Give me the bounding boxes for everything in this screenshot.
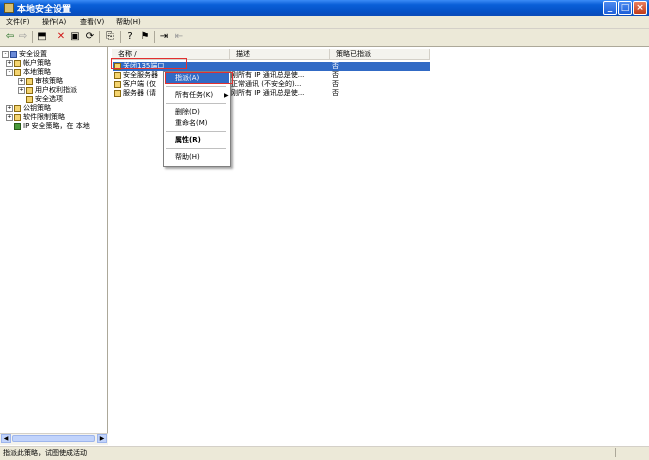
menu-divider	[166, 103, 226, 104]
unassign-icon[interactable]: ⇤	[173, 31, 185, 43]
title-bar[interactable]	[0, 0, 649, 16]
delete-x-icon[interactable]: ✕	[55, 31, 67, 43]
collapse-icon[interactable]: -	[2, 50, 9, 58]
status-text: 指派此策略，试图使成活动	[3, 449, 87, 457]
menu-item-all-tasks[interactable]: 所有任务(K)	[165, 90, 229, 101]
tree-item-user-rights[interactable]: + 用户权利指派	[18, 86, 77, 95]
tree-item-local-policies[interactable]: - 本地策略	[6, 68, 51, 77]
scroll-right-icon[interactable]: ▶	[97, 434, 107, 443]
tree-scroll-thumb[interactable]	[12, 435, 95, 442]
highlight-box	[165, 72, 233, 84]
tree-item-security-settings[interactable]: - 安全设置	[2, 50, 47, 59]
tree-item-audit-policy[interactable]: + 审核策略	[18, 77, 63, 86]
submenu-arrow-icon: ▶	[224, 92, 229, 99]
toolbar-separator	[99, 31, 100, 43]
menu-action[interactable]: 操作(A)	[42, 17, 66, 27]
menu-divider	[166, 148, 226, 149]
window-title: 本地安全设置	[17, 5, 72, 15]
folder-icon	[14, 59, 21, 67]
status-divider	[615, 448, 616, 457]
toolbar-separator	[32, 31, 33, 43]
menu-item-rename[interactable]: 重命名(M)	[165, 118, 229, 129]
menu-item-properties[interactable]: 属性(R)	[165, 135, 229, 146]
properties-icon[interactable]: ▣	[69, 31, 81, 43]
tree-item-security-options[interactable]: 安全选项	[26, 95, 63, 104]
table-row[interactable]: 服务器 (请 刚所有 IP 通讯总是使... 否	[113, 89, 430, 98]
export-list-icon[interactable]: ⎘	[104, 31, 116, 43]
policy-icon	[114, 71, 121, 79]
table-row[interactable]: 客户端 (仅 正常通讯 (不安全的)... 否	[113, 80, 430, 89]
menu-item-delete[interactable]: 删除(D)	[165, 107, 229, 118]
folder-icon	[26, 86, 33, 94]
expand-icon[interactable]: +	[18, 86, 25, 94]
toolbar-separator	[154, 31, 155, 43]
menu-file[interactable]: 文件(F)	[6, 17, 30, 27]
column-header-description[interactable]: 描述	[230, 49, 330, 60]
close-button[interactable]: ×	[633, 1, 647, 15]
refresh-icon[interactable]: ⟳	[84, 31, 96, 43]
maximize-button[interactable]: □	[618, 1, 632, 15]
assign-icon[interactable]: ⚑	[139, 31, 151, 43]
folder-icon	[14, 104, 21, 112]
toolbar-separator	[120, 31, 121, 43]
table-row[interactable]: 安全服务器 刚所有 IP 通讯总是使... 否	[113, 71, 430, 80]
menu-view[interactable]: 查看(V)	[80, 17, 104, 27]
folder-icon	[26, 95, 33, 103]
toolbar	[0, 29, 649, 47]
expand-icon[interactable]: +	[6, 113, 13, 121]
minimize-button[interactable]: _	[603, 1, 617, 15]
menu-divider	[166, 131, 226, 132]
scroll-left-icon[interactable]: ◀	[1, 434, 11, 443]
forward-arrow-icon[interactable]: ⇨	[17, 31, 29, 43]
ip-security-icon	[14, 122, 21, 130]
folder-icon	[14, 113, 21, 121]
expand-icon[interactable]: +	[6, 59, 13, 67]
tree-item-public-key[interactable]: + 公钥策略	[6, 104, 51, 113]
up-folder-icon[interactable]: ⬒	[36, 31, 48, 43]
menu-help[interactable]: 帮助(H)	[116, 17, 141, 27]
highlight-box	[111, 58, 187, 69]
expand-icon[interactable]: +	[18, 77, 25, 85]
folder-icon	[26, 77, 33, 85]
assign-policy-icon[interactable]: ⇥	[158, 31, 170, 43]
help-icon[interactable]: ?	[124, 31, 136, 43]
column-header-assigned[interactable]: 策略已指派	[330, 49, 430, 60]
tree-item-software-restriction[interactable]: + 软件限制策略	[6, 113, 65, 122]
policy-icon	[114, 80, 121, 88]
policy-icon	[114, 89, 121, 97]
menu-divider	[166, 86, 226, 87]
menu-item-help[interactable]: 帮助(H)	[165, 152, 229, 163]
app-icon	[4, 3, 14, 13]
folder-open-icon	[14, 68, 21, 76]
security-settings-icon	[10, 50, 17, 58]
collapse-icon[interactable]: -	[6, 68, 13, 76]
back-arrow-icon[interactable]: ⇦	[4, 31, 16, 43]
tree-item-account-policies[interactable]: + 帐户策略	[6, 59, 51, 68]
tree-item-ip-security[interactable]: IP 安全策略，在 本地	[14, 122, 90, 131]
expand-icon[interactable]: +	[6, 104, 13, 112]
status-bar	[0, 446, 649, 460]
